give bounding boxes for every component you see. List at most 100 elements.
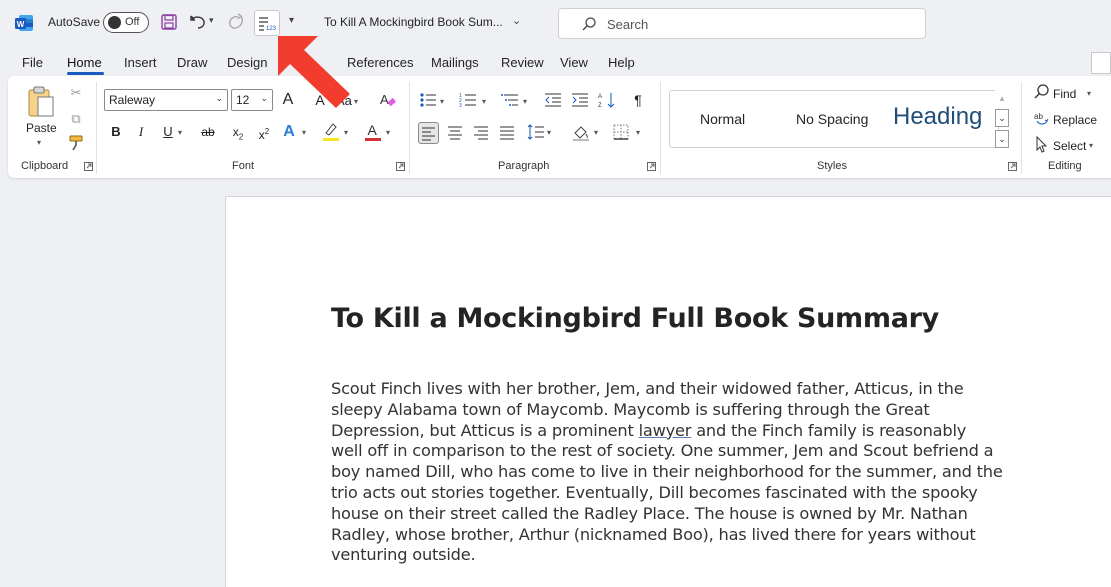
tab-review[interactable]: Review	[501, 55, 544, 70]
svg-text:ab: ab	[1034, 112, 1043, 121]
save-icon[interactable]	[160, 13, 178, 31]
find-label[interactable]: Find	[1053, 87, 1076, 101]
body-line: sleepy Alabama town of Maycomb. Maycomb …	[331, 399, 930, 419]
tab-view[interactable]: View	[560, 55, 588, 70]
multilevel-list-icon[interactable]	[500, 90, 520, 110]
paste-label[interactable]: Paste	[26, 121, 57, 135]
cut-icon[interactable]: ✂	[66, 83, 86, 103]
line-spacing-icon[interactable]	[526, 122, 546, 142]
dialog-launcher-icon[interactable]	[84, 162, 93, 171]
document-heading: To Kill a Mockingbird Full Book Summary	[331, 303, 939, 334]
find-dropdown-icon[interactable]: ▾	[1087, 89, 1091, 98]
gallery-more-icon[interactable]: ⌄	[995, 130, 1009, 148]
body-line: trio acts out stories together. Eventual…	[331, 482, 978, 502]
borders-dropdown-icon[interactable]: ▾	[636, 128, 640, 137]
customize-quick-access-icon[interactable]: ▾	[289, 15, 294, 26]
search-icon	[582, 17, 596, 31]
find-icon[interactable]	[1032, 83, 1052, 103]
tab-design[interactable]: Design	[227, 55, 267, 70]
svg-text:A: A	[368, 122, 378, 138]
style-normal[interactable]: Normal	[700, 111, 745, 167]
dialog-launcher-icon[interactable]	[647, 162, 656, 171]
shading-dropdown-icon[interactable]: ▾	[594, 128, 598, 137]
justify-icon[interactable]	[497, 122, 517, 142]
document-page[interactable]: To Kill a Mockingbird Full Book Summary …	[225, 196, 1111, 587]
tab-references[interactable]: References	[347, 55, 413, 70]
format-painter-icon[interactable]	[66, 134, 86, 154]
undo-dropdown-icon[interactable]: ▾	[209, 15, 219, 29]
dialog-launcher-icon[interactable]	[396, 162, 405, 171]
numbering-icon[interactable]: 123	[458, 90, 478, 110]
ribbon-options-button[interactable]	[1091, 52, 1111, 74]
body-line: Scout Finch lives with her brother, Jem,…	[331, 379, 964, 398]
clear-formatting-icon[interactable]: A	[377, 90, 397, 110]
replace-label[interactable]: Replace	[1053, 113, 1097, 127]
superscript-icon[interactable]: x2	[254, 122, 274, 142]
replace-icon[interactable]: ab	[1032, 109, 1052, 129]
italic-icon[interactable]: I	[131, 122, 151, 142]
search-input[interactable]	[607, 15, 907, 33]
select-cursor-icon[interactable]	[1032, 135, 1052, 155]
increase-indent-icon[interactable]	[570, 90, 590, 110]
select-dropdown-icon[interactable]: ▾	[1089, 141, 1093, 150]
subscript-icon[interactable]: x2	[228, 122, 248, 142]
bullets-dropdown-icon[interactable]: ▾	[440, 97, 444, 106]
paste-dropdown-icon[interactable]: ▾	[37, 138, 41, 147]
font-color-dropdown-icon[interactable]: ▾	[386, 128, 390, 137]
tab-draw[interactable]: Draw	[177, 55, 207, 70]
autosave-toggle[interactable]: Off	[103, 12, 149, 33]
borders-icon[interactable]	[611, 122, 631, 142]
select-label[interactable]: Select	[1053, 139, 1086, 153]
sort-icon[interactable]: AZ	[597, 90, 617, 110]
gallery-scroll-down-icon[interactable]: ⌄	[995, 109, 1009, 127]
text-effects-dropdown-icon[interactable]: ▾	[302, 128, 306, 137]
gallery-scroll-up-icon[interactable]: ▴	[995, 90, 1009, 108]
svg-text:A: A	[598, 94, 602, 100]
align-center-icon[interactable]	[445, 122, 465, 142]
align-left-icon[interactable]	[418, 122, 439, 144]
undo-icon[interactable]	[188, 12, 208, 32]
title-bar: W AutoSave Off ▾ 123 ▾ To Kill A Mocking…	[0, 0, 1111, 46]
strikethrough-icon[interactable]: ab	[198, 122, 218, 142]
tab-file[interactable]: File	[22, 55, 43, 70]
font-group-label: Font	[232, 160, 255, 172]
highlight-icon[interactable]	[321, 120, 341, 141]
text-effects-icon[interactable]: A	[279, 122, 299, 142]
bullets-icon[interactable]	[418, 90, 438, 110]
chevron-down-icon[interactable]: ⌄	[512, 14, 521, 27]
font-name-value: Raleway	[109, 93, 156, 107]
tab-mailings[interactable]: Mailings	[431, 55, 479, 70]
tab-home[interactable]: Home	[67, 55, 102, 70]
paste-icon[interactable]	[24, 84, 58, 120]
body-line: well off in comparison to the rest of so…	[331, 441, 994, 461]
change-case-dropdown-icon[interactable]: ▾	[354, 97, 358, 106]
tab-insert[interactable]: Insert	[124, 55, 157, 70]
highlight-dropdown-icon[interactable]: ▾	[344, 128, 348, 137]
shading-icon[interactable]	[571, 122, 591, 142]
body-line: Radley, whose brother, Arthur (nicknamed…	[331, 524, 976, 544]
line-spacing-dropdown-icon[interactable]: ▾	[547, 128, 551, 137]
style-no-spacing[interactable]: No Spacing	[796, 111, 868, 167]
font-name-select[interactable]: Raleway ⌄	[104, 89, 228, 111]
annotation-arrow-icon	[278, 36, 350, 108]
show-formatting-marks-icon[interactable]: ¶	[628, 90, 648, 110]
redo-icon	[226, 12, 246, 32]
font-color-icon[interactable]: A	[363, 120, 383, 141]
multilevel-dropdown-icon[interactable]: ▾	[523, 97, 527, 106]
numbering-dropdown-icon[interactable]: ▾	[482, 97, 486, 106]
underline-icon[interactable]: U	[158, 122, 178, 142]
tab-help[interactable]: Help	[608, 55, 635, 70]
lawyer-link[interactable]: lawyer	[639, 421, 692, 440]
autosave-label: AutoSave	[48, 15, 101, 29]
style-heading[interactable]: Heading	[893, 103, 982, 159]
bold-icon[interactable]: B	[106, 122, 126, 142]
underline-dropdown-icon[interactable]: ▾	[178, 128, 182, 137]
search-box[interactable]	[558, 8, 926, 39]
font-size-select[interactable]: 12 ⌄	[231, 89, 273, 111]
group-divider	[660, 82, 661, 174]
align-right-icon[interactable]	[471, 122, 491, 142]
copy-icon[interactable]: ⧉	[66, 109, 86, 129]
document-title[interactable]: To Kill A Mockingbird Book Sum...	[324, 15, 503, 29]
dialog-launcher-icon[interactable]	[1008, 162, 1017, 171]
decrease-indent-icon[interactable]	[543, 90, 563, 110]
